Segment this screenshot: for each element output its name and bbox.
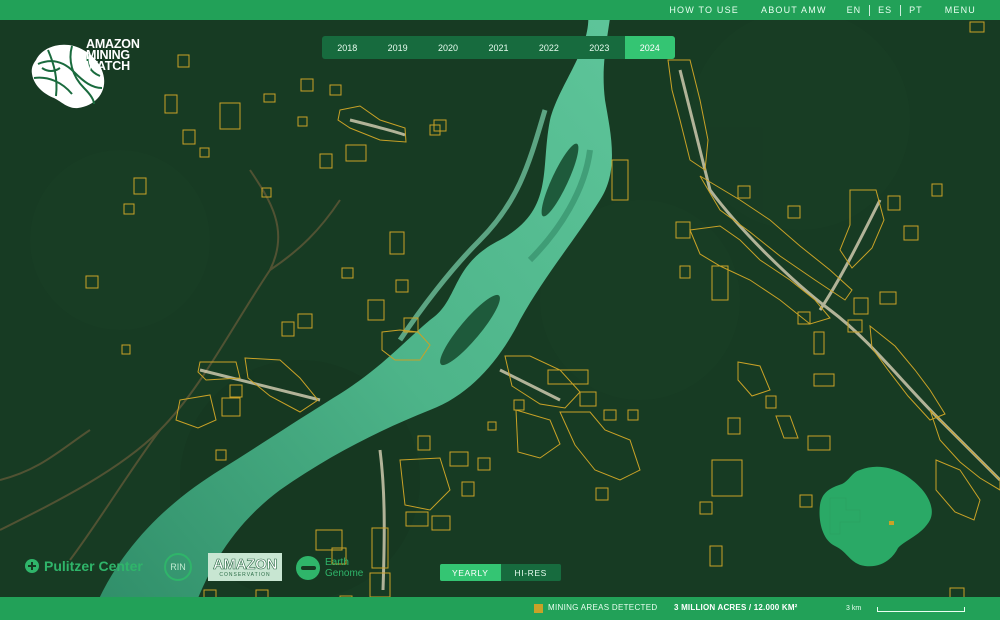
year-selector: 2018 2019 2020 2021 2022 2023 2024 xyxy=(322,36,675,59)
view-mode-toggle: YEARLY HI-RES xyxy=(440,564,561,581)
year-2018[interactable]: 2018 xyxy=(322,36,372,59)
lang-es[interactable]: ES xyxy=(878,5,892,15)
top-nav-bar: HOW TO USE ABOUT AMW EN ES PT MENU xyxy=(0,0,1000,20)
mining-legend-swatch xyxy=(534,604,543,613)
mining-legend-label: MINING AREAS DETECTED xyxy=(548,603,658,612)
rin-logo[interactable]: RIN xyxy=(164,553,192,581)
amazon-conservation-subtext: CONSERVATION xyxy=(219,571,271,578)
year-2019[interactable]: 2019 xyxy=(372,36,422,59)
lang-en[interactable]: EN xyxy=(847,5,862,15)
year-2021[interactable]: 2021 xyxy=(473,36,523,59)
yearly-toggle[interactable]: YEARLY xyxy=(440,564,501,581)
nav-how-to-use[interactable]: HOW TO USE xyxy=(669,5,739,15)
hi-res-toggle[interactable]: HI-RES xyxy=(501,564,562,581)
earth-genome-line1: Earth xyxy=(325,557,349,568)
nav-about[interactable]: ABOUT AMW xyxy=(761,5,827,15)
earth-genome-logo[interactable]: Earth Genome xyxy=(296,556,363,580)
amazon-conservation-text: AMAZON xyxy=(212,555,278,573)
bottom-legend-bar: MINING AREAS DETECTED 3 MILLION ACRES / … xyxy=(0,597,1000,620)
logo-text-line3: WATCH xyxy=(86,59,130,73)
earth-genome-icon xyxy=(296,556,320,580)
menu-button[interactable]: MENU xyxy=(945,5,976,15)
scale-label: 3 km xyxy=(846,605,862,612)
lang-pt[interactable]: PT xyxy=(909,5,923,15)
earth-genome-line2: Genome xyxy=(325,568,364,579)
year-2024[interactable]: 2024 xyxy=(624,36,675,59)
amazon-mining-watch-logo[interactable]: AMAZON MINING WATCH xyxy=(28,38,158,110)
pulitzer-text: Pulitzer Center xyxy=(44,558,143,574)
rin-text: RIN xyxy=(170,562,186,572)
pulitzer-icon xyxy=(25,559,39,573)
scale-bar xyxy=(877,607,965,612)
earth-genome-text: Earth Genome xyxy=(325,557,363,579)
year-2022[interactable]: 2022 xyxy=(524,36,574,59)
year-2020[interactable]: 2020 xyxy=(423,36,473,59)
year-2023[interactable]: 2023 xyxy=(574,36,624,59)
lang-divider xyxy=(900,4,902,16)
amazon-conservation-logo[interactable]: AMAZON CONSERVATION xyxy=(208,553,282,581)
language-switcher: EN ES PT xyxy=(847,4,923,16)
mining-area-total: 3 MILLION ACRES / 12.000 KM² xyxy=(674,603,798,612)
pulitzer-center-logo[interactable]: Pulitzer Center xyxy=(24,558,143,574)
lang-divider xyxy=(869,4,871,16)
